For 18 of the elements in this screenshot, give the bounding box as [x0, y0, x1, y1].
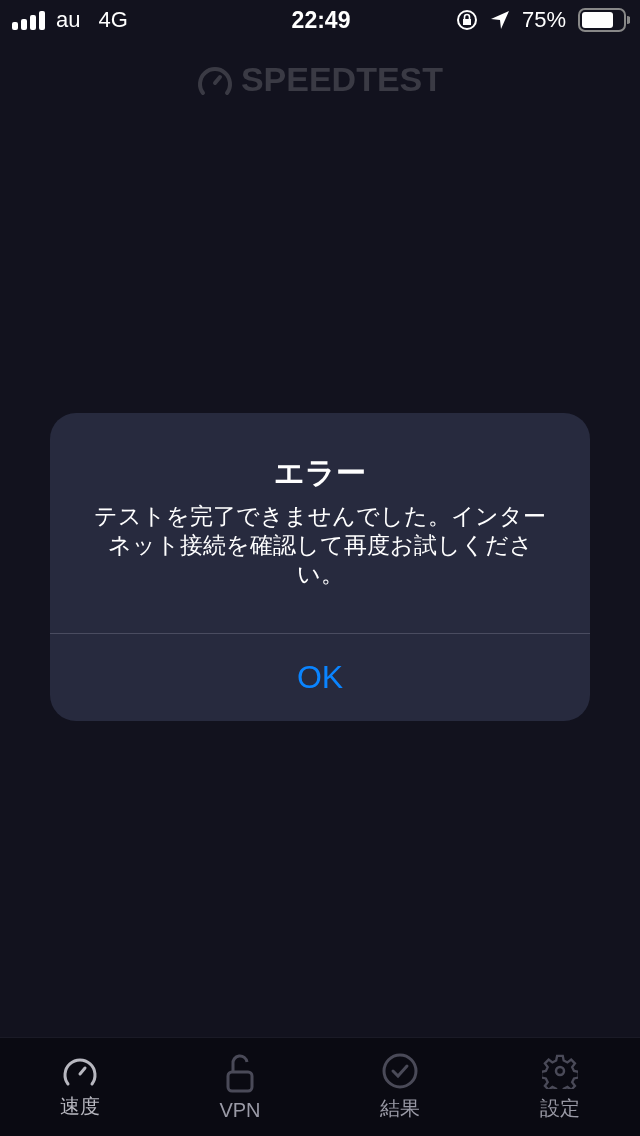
alert-title: エラー	[274, 455, 366, 491]
rotation-lock-icon	[455, 9, 478, 31]
tab-bar-item[interactable]: VPN	[160, 1038, 320, 1136]
checkmark-circle-icon	[382, 1052, 418, 1089]
tab-bar-item[interactable]: 速度	[0, 1038, 160, 1136]
carrier-name: au	[56, 7, 81, 33]
settings-icon	[542, 1052, 578, 1089]
battery-icon	[578, 8, 630, 32]
network-type: 4G	[98, 7, 128, 33]
tab-bar-item[interactable]: 結果	[320, 1038, 480, 1136]
battery-percentage: 75%	[521, 7, 566, 33]
ok-button[interactable]: OK	[50, 633, 590, 721]
signal-icon	[12, 10, 46, 30]
alert-message: テストを完了できませんでした。インターネット接続を確認して再度お試しください。	[93, 502, 547, 589]
location-arrow-icon	[489, 10, 510, 30]
unlocked-padlock-icon	[225, 1052, 255, 1093]
clock-time: 22:49	[291, 6, 351, 34]
tab-bar-item[interactable]: 設定	[480, 1038, 640, 1136]
